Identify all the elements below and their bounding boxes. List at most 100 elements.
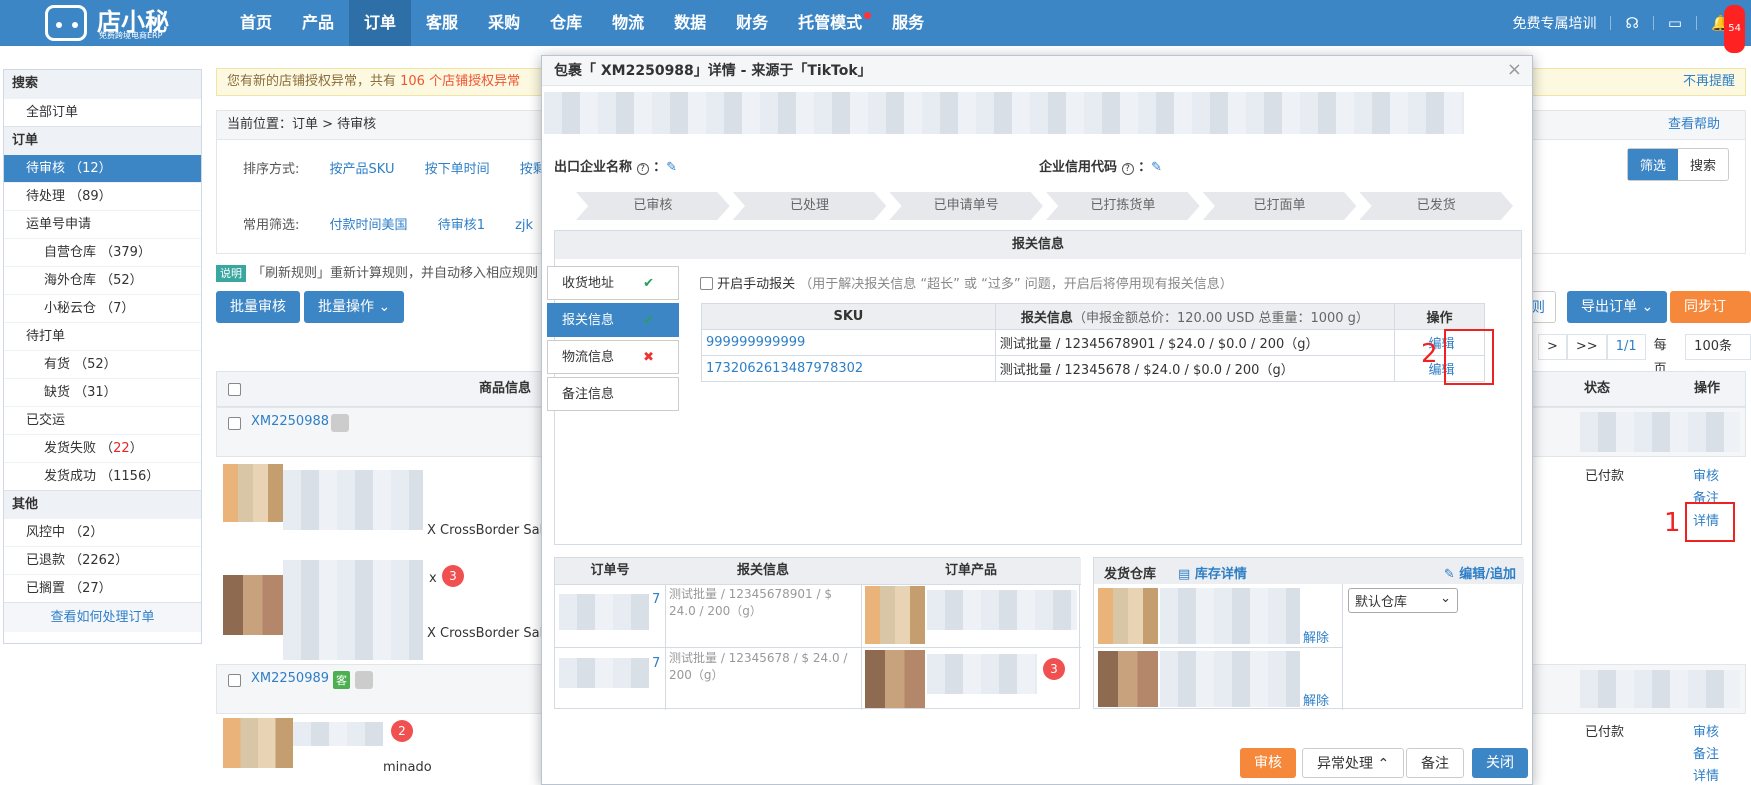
sidebar-item-delivered[interactable]: 已交运 [4,406,201,434]
sidebar-item-pending-process[interactable]: 待处理 （89） [4,182,201,210]
filter-pending-1[interactable]: 待审核1 [438,218,485,233]
help-icon[interactable]: ? [1121,163,1134,175]
sidebar-item-shelved[interactable]: 已搁置 （27） [4,574,201,602]
sku-link[interactable]: 1732062613487978302 [706,361,863,376]
sidebar-item-pending-review[interactable]: 待审核 （12） [4,154,201,182]
nav-product[interactable]: 产品 [287,0,349,46]
dismiss-link[interactable]: 不再提醒 [1683,69,1735,95]
order-id-link[interactable]: XM2250988 [251,414,329,429]
note-link[interactable]: 备注 [1693,743,1719,762]
logo[interactable]: 店小秘 免费跨境电商ERP [45,2,185,44]
notice-highlight[interactable]: 106 个店铺授权异常 [400,74,520,89]
filter-zjk[interactable]: zjk [515,218,533,233]
exception-button[interactable]: 异常处理 ⌃ [1302,748,1405,778]
book-icon[interactable]: ▭ [1668,14,1682,32]
nav-services[interactable]: 服务 [877,0,939,46]
help-link[interactable]: 查看如何处理订单 [4,602,201,632]
training-link[interactable]: 免费专属培训 [1512,13,1596,33]
sku-link[interactable]: 999999999999 [706,335,805,350]
sidebar-item-cloud-warehouse[interactable]: 小秘云仓 （7） [4,294,201,322]
stock-detail-link[interactable]: ▤ 库存详情 [1178,563,1247,582]
close-icon[interactable]: × [1507,59,1522,80]
edit-add-link[interactable]: ✎ 编辑/追加 [1444,563,1516,582]
tab-label: 备注信息 [562,387,615,402]
sort-by-time[interactable]: 按下单时间 [425,162,490,177]
sidebar-item-self-warehouse[interactable]: 自营仓库 （379） [4,238,201,266]
select-all-checkbox[interactable] [228,383,241,396]
blurred-order-id [559,658,649,688]
order-checkbox[interactable] [228,674,241,687]
modal-note-button[interactable]: 备注 [1406,748,1464,778]
sidebar-item-ship-fail[interactable]: 发货失败 （22） [4,434,201,462]
sidebar-item-overseas-warehouse[interactable]: 海外仓库 （52） [4,266,201,294]
nav-finance[interactable]: 财务 [721,0,783,46]
tab-shipping-address[interactable]: 收货地址 ✔ [547,266,679,300]
step: 已发货 [1359,192,1514,220]
export-button[interactable]: 导出订单 ⌄ [1567,291,1668,323]
modal-close-button[interactable]: 关闭 [1472,748,1528,778]
batch-review-button[interactable]: 批量审核 [216,291,300,323]
release-link[interactable]: 解除 [1303,690,1329,709]
search-toggle-button[interactable]: 搜索 [1678,149,1728,180]
main-nav: 首页 产品 订单 客服 采购 仓库 物流 数据 财务 托管模式 服务 [225,0,939,46]
table-row: 1732062613487978302 测试批量 / 12345678 / $2… [701,355,1485,382]
sidebar-item-ship-success[interactable]: 发货成功 （1156） [4,462,201,490]
product-col-header: 订单产品 [861,558,1081,584]
edit-icon[interactable]: ✎ [666,160,677,175]
headset-icon[interactable]: ☊ [1625,14,1638,32]
sidebar-item-risk[interactable]: 风控中 （2） [4,518,201,546]
nav-purchase[interactable]: 采购 [473,0,535,46]
sync-orders-button[interactable]: 同步订单 [1670,291,1751,347]
sidebar-section-orders: 订单 [4,126,201,154]
detail-link[interactable]: 详情 [1693,765,1719,784]
sidebar-item-refunded[interactable]: 已退款 （2262） [4,546,201,574]
review-link[interactable]: 审核 [1693,465,1719,484]
order-checkbox[interactable] [228,417,241,430]
batch-ops-button[interactable]: 批量操作 ⌄ [304,291,405,323]
sort-by-sku[interactable]: 按产品SKU [330,162,395,177]
blurred-product-title [1160,651,1300,707]
shipping-warehouse-panel: 发货仓库 ▤ 库存详情 ✎ 编辑/追加 解除 解除 默认仓库 ⌄ [1093,557,1524,710]
nav-service[interactable]: 客服 [411,0,473,46]
sidebar-item-waybill[interactable]: 运单号申请 [4,210,201,238]
modal-review-button[interactable]: 审核 [1240,748,1296,778]
help-link-top[interactable]: 查看帮助 [1668,111,1720,139]
nav-hosting[interactable]: 托管模式 [783,0,877,46]
bell-icon[interactable]: 🔔 54 [1711,0,1751,53]
nav-home[interactable]: 首页 [225,0,287,46]
nav-order[interactable]: 订单 [349,0,412,46]
sku-cell: 999999999999 [701,329,996,356]
sidebar-item-in-stock[interactable]: 有货 （52） [4,350,201,378]
nav-warehouse[interactable]: 仓库 [535,0,597,46]
warehouse-select[interactable]: 默认仓库 ⌄ [1348,588,1458,613]
platform-icon [355,671,373,689]
per-page-select[interactable]: 100条 ⌄ [1685,334,1751,378]
page-indicator: 1/1 [1606,334,1646,360]
review-link[interactable]: 审核 [1693,721,1719,740]
manual-customs-checkbox[interactable] [700,277,713,290]
order-link[interactable]: 7 [652,656,660,671]
tab-logistics-info[interactable]: 物流信息 ✖ [547,340,679,374]
sidebar-item-to-print[interactable]: 待打单 [4,322,201,350]
tab-label: 报关信息 [562,313,615,328]
order-id-link[interactable]: XM2250989 [251,671,329,686]
nav-hosting-label: 托管模式 [798,13,863,32]
manual-customs-label: 开启手动报关 [717,277,796,292]
tab-customs-info[interactable]: 报关信息 ✔ [547,303,679,337]
order-link[interactable]: 7 [652,592,660,607]
filter-toggle-button[interactable]: 筛选 [1627,149,1678,180]
release-link[interactable]: 解除 [1303,627,1329,646]
nav-data[interactable]: 数据 [659,0,721,46]
edit-icon[interactable]: ✎ [1151,160,1162,175]
filter-pay-time-us[interactable]: 付款时间美国 [330,218,408,233]
nav-logistics[interactable]: 物流 [597,0,659,46]
common-filter-row: 常用筛选: 付款时间美国 待审核1 zjk 2 [243,214,572,233]
help-icon[interactable]: ? [636,163,649,175]
sidebar-item-out-of-stock[interactable]: 缺货 （31） [4,378,201,406]
edit-add-label: 编辑/追加 [1459,567,1516,582]
cross-icon: ✖ [643,350,654,365]
last-page-button[interactable]: >> [1566,334,1607,360]
next-page-button[interactable]: > [1538,334,1567,360]
sidebar-item-all-orders[interactable]: 全部订单 [4,98,201,126]
tab-notes[interactable]: 备注信息 [547,377,679,411]
